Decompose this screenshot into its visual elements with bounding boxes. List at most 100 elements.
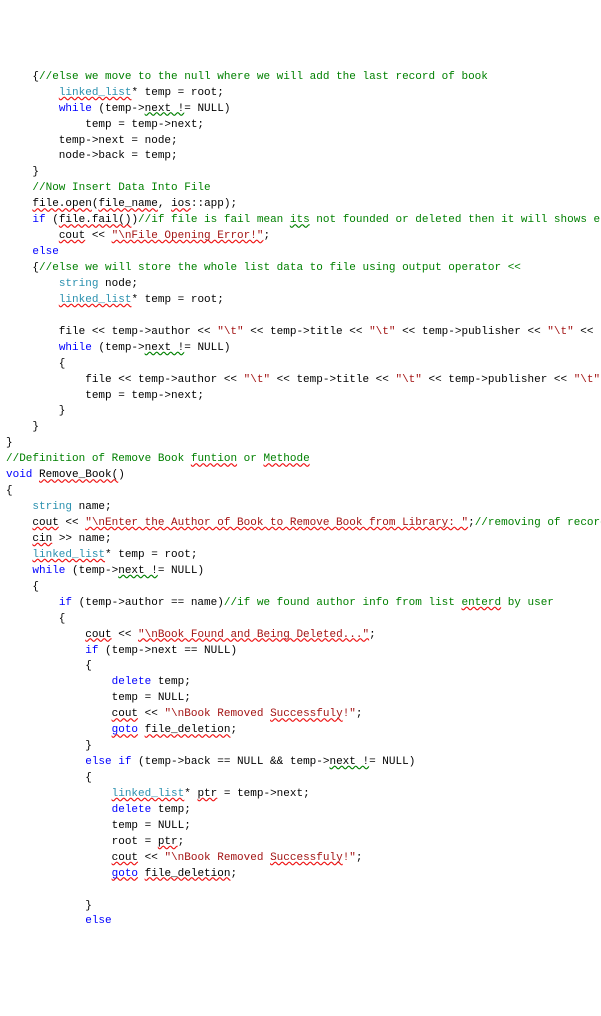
code: node; bbox=[98, 278, 138, 290]
line bbox=[6, 278, 59, 290]
kw: void bbox=[6, 469, 32, 481]
comment: //else we will store the whole list data… bbox=[39, 262, 521, 274]
code: ; bbox=[468, 517, 475, 529]
line: } bbox=[6, 405, 65, 417]
code: = NULL) bbox=[184, 342, 230, 354]
ident: cout bbox=[32, 517, 58, 529]
line: file << temp->author << bbox=[6, 374, 244, 386]
line bbox=[6, 182, 32, 194]
type-token: linked_list bbox=[59, 87, 132, 99]
string: "\nBook Removed bbox=[164, 852, 270, 864]
code: , bbox=[158, 198, 171, 210]
comment: //if we found author info from list bbox=[224, 597, 462, 609]
line bbox=[6, 501, 32, 513]
type-token: string bbox=[32, 501, 72, 513]
kw: if bbox=[32, 214, 45, 226]
code bbox=[138, 868, 145, 880]
line: { bbox=[6, 358, 65, 370]
line: temp = NULL; bbox=[6, 820, 191, 832]
ident: cin bbox=[32, 533, 52, 545]
line bbox=[6, 517, 32, 529]
line: } bbox=[6, 166, 39, 178]
kw: if bbox=[118, 756, 131, 768]
code bbox=[138, 724, 145, 736]
code: (temp-> bbox=[92, 342, 145, 354]
line: node->back = temp; bbox=[6, 150, 178, 162]
code: ; bbox=[356, 852, 363, 864]
ident: cout bbox=[59, 230, 85, 242]
kw: delete bbox=[112, 676, 152, 688]
code: << bbox=[59, 517, 85, 529]
code: ( bbox=[46, 214, 59, 226]
ident: ptr bbox=[197, 788, 217, 800]
line bbox=[6, 103, 59, 115]
line bbox=[6, 342, 59, 354]
comment: not founded or deleted then it will show… bbox=[310, 214, 601, 226]
string: Successfuly bbox=[270, 852, 343, 864]
code: ; bbox=[178, 836, 185, 848]
line bbox=[6, 597, 59, 609]
type-token: linked_list bbox=[59, 294, 132, 306]
code: ; bbox=[369, 629, 376, 641]
code: name; bbox=[72, 501, 112, 513]
underline: next ! bbox=[329, 756, 369, 768]
underline: next ! bbox=[145, 103, 185, 115]
code: << temp->publisher << bbox=[422, 374, 574, 386]
string: "\t" bbox=[547, 326, 573, 338]
code: ::app); bbox=[191, 198, 237, 210]
code: << temp->publisher << bbox=[395, 326, 547, 338]
code: * temp = root; bbox=[131, 294, 223, 306]
ident: file_name bbox=[98, 198, 157, 210]
code: * bbox=[184, 788, 197, 800]
line bbox=[6, 788, 112, 800]
line bbox=[6, 565, 32, 577]
string: !" bbox=[343, 708, 356, 720]
kw: else bbox=[85, 915, 111, 927]
line bbox=[6, 645, 85, 657]
kw: goto bbox=[112, 868, 138, 880]
line: root = bbox=[6, 836, 158, 848]
type-token: linked_list bbox=[32, 549, 105, 561]
line: { bbox=[6, 772, 92, 784]
comment: //removing of record will be require bbox=[475, 517, 601, 529]
line: { bbox=[6, 71, 39, 83]
line bbox=[6, 724, 112, 736]
code: ; bbox=[356, 708, 363, 720]
line bbox=[6, 246, 32, 258]
line: { bbox=[6, 660, 92, 672]
ident: file.fail() bbox=[59, 214, 132, 226]
ident: cout bbox=[112, 708, 138, 720]
underline: next ! bbox=[145, 342, 185, 354]
comment: enterd bbox=[461, 597, 501, 609]
line: temp = temp->next; bbox=[6, 119, 204, 131]
line bbox=[6, 87, 59, 99]
line bbox=[6, 230, 59, 242]
kw: if bbox=[59, 597, 72, 609]
line bbox=[6, 804, 112, 816]
string: "\nBook Found and Being Deleted..." bbox=[138, 629, 369, 641]
kw: while bbox=[59, 103, 92, 115]
code: (temp-> bbox=[65, 565, 118, 577]
ident: ptr bbox=[158, 836, 178, 848]
code: * temp = root; bbox=[105, 549, 197, 561]
comment: //else we move to the null where we will… bbox=[39, 71, 488, 83]
line bbox=[6, 549, 32, 561]
string: Successfuly bbox=[270, 708, 343, 720]
line: temp->next = node; bbox=[6, 135, 178, 147]
type-token: linked_list bbox=[112, 788, 185, 800]
string: !" bbox=[343, 852, 356, 864]
code: ; bbox=[263, 230, 270, 242]
code: temp; bbox=[151, 804, 191, 816]
comment: funtion bbox=[191, 453, 237, 465]
code: >> name; bbox=[52, 533, 111, 545]
line bbox=[6, 214, 32, 226]
line bbox=[6, 852, 112, 864]
ident: ios bbox=[171, 198, 191, 210]
code: = NULL) bbox=[369, 756, 415, 768]
string: "\nBook Removed bbox=[164, 708, 270, 720]
code: (temp->next == NULL) bbox=[98, 645, 237, 657]
code: = temp->next; bbox=[217, 788, 309, 800]
line bbox=[6, 198, 32, 210]
line bbox=[6, 533, 32, 545]
line bbox=[6, 676, 112, 688]
